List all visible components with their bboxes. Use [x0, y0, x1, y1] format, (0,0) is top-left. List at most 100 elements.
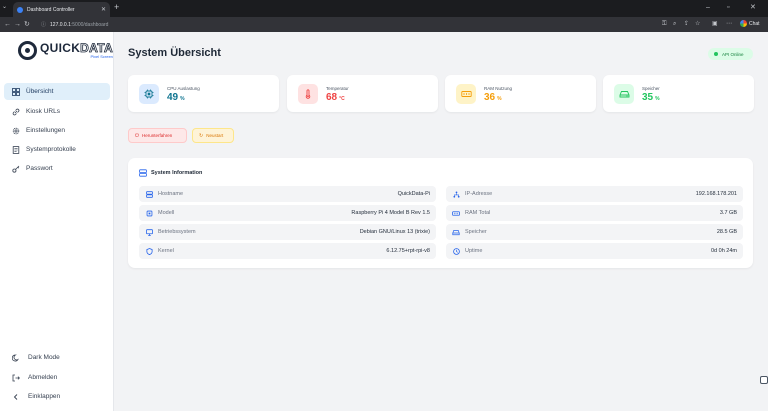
- key-icon[interactable]: ⚿: [662, 20, 667, 29]
- sidebar-item-password[interactable]: Passwort: [4, 160, 110, 177]
- system-info-title: System Information: [139, 169, 202, 177]
- monitor-icon: [145, 228, 153, 236]
- info-row-os: Betriebssystem Debian GNU/Linux 13 (trix…: [139, 224, 436, 240]
- address-bar[interactable]: ⓘ 127.0.0.1 :5000/dashboard: [35, 19, 635, 30]
- info-label: Betriebssystem: [158, 229, 196, 235]
- chevron-left-icon: [11, 392, 20, 401]
- info-label: RAM Total: [465, 210, 491, 216]
- extension-icon[interactable]: ▣: [712, 20, 718, 29]
- dark-mode-label: Dark Mode: [28, 354, 60, 361]
- maximize-icon[interactable]: ▫: [727, 2, 729, 13]
- restart-button[interactable]: ↻ Neustart: [192, 128, 234, 143]
- chip-icon: [145, 209, 153, 217]
- grid-icon: [11, 87, 20, 96]
- zoom-icon[interactable]: ⌕: [673, 20, 676, 29]
- info-value: 6.12.75+rpt-rpi-v8: [386, 248, 430, 254]
- logout-button[interactable]: Abmelden: [11, 373, 57, 382]
- info-value: 3.7 GB: [719, 210, 737, 216]
- dark-mode-toggle[interactable]: Dark Mode: [11, 353, 60, 362]
- stat-card-temperature: Temperatur 68 °C: [287, 75, 438, 112]
- chat-icon: [740, 20, 747, 27]
- menu-icon[interactable]: ⋯: [726, 20, 732, 29]
- close-tab-icon[interactable]: ✕: [101, 6, 106, 13]
- status-badge-label: API Online: [722, 51, 744, 57]
- share-icon[interactable]: ⇪: [684, 20, 689, 29]
- page-title: System Übersicht: [128, 47, 221, 59]
- forward-icon[interactable]: →: [14, 19, 21, 30]
- info-label: Speicher: [465, 229, 487, 235]
- stat-label: Speicher: [642, 86, 660, 91]
- tab-search-icon[interactable]: ⌄: [2, 3, 7, 10]
- sidebar-item-overview[interactable]: Übersicht: [4, 83, 110, 100]
- stat-label: RAM Nutzung: [484, 86, 513, 91]
- info-row-ip: IP-Adresse 192.168.178.201: [446, 186, 743, 202]
- cpu-icon: [139, 84, 159, 104]
- logo-subtitle: Pixel Screen: [90, 54, 113, 59]
- stat-card-cpu: CPU Auslastung 49%: [128, 75, 279, 112]
- sidebar-item-label: Systemprotokolle: [26, 146, 76, 153]
- url-path: :5000/dashboard: [70, 21, 109, 28]
- info-row-model: Modell Raspberry Pi 4 Model B Rev 1.5: [139, 205, 436, 221]
- back-icon[interactable]: ←: [4, 19, 11, 30]
- new-tab-icon[interactable]: +: [114, 2, 119, 13]
- online-dot-icon: [714, 52, 718, 56]
- browser-toolbar: ← → ↻ ⓘ 127.0.0.1 :5000/dashboard ⚿ ⌕ ⇪ …: [0, 17, 768, 32]
- url-host: 127.0.0.1: [50, 21, 71, 28]
- info-row-kernel: Kernel 6.12.75+rpt-rpi-v8: [139, 243, 436, 259]
- info-label: IP-Adresse: [465, 191, 493, 197]
- info-row-hostname: Hostname QuickData-Pi: [139, 186, 436, 202]
- info-label: Kernel: [158, 248, 174, 254]
- info-row-ram-total: RAM Total 3.7 GB: [446, 205, 743, 221]
- system-info-panel: System Information Hostname QuickData-Pi…: [128, 158, 753, 268]
- site-info-icon[interactable]: ⓘ: [41, 21, 46, 28]
- clock-icon: [452, 247, 460, 255]
- drive-icon: [614, 84, 634, 104]
- memory-icon: [456, 84, 476, 104]
- moon-icon: [11, 353, 20, 362]
- sidebar-item-label: Einstellungen: [26, 127, 66, 134]
- sidebar-item-system-logs[interactable]: Systemprotokolle: [4, 141, 110, 158]
- chat-label: Chat: [749, 20, 760, 27]
- stat-card-ram: RAM Nutzung 36%: [445, 75, 596, 112]
- server-icon: [145, 190, 153, 198]
- shutdown-button[interactable]: ⏻ Herunterfahren: [128, 128, 187, 143]
- shield-icon: [145, 247, 153, 255]
- collapse-button[interactable]: Einklappen: [11, 392, 60, 401]
- sidebar-item-label: Kiosk URLs: [26, 108, 60, 115]
- page: QUICKDATA Pixel Screen Übersicht Kiosk U…: [0, 32, 768, 411]
- sidebar-item-label: Übersicht: [26, 88, 54, 95]
- sidebar-item-label: Passwort: [26, 165, 53, 172]
- browser-tab[interactable]: Dashboard Controller ✕: [13, 2, 110, 17]
- memory-icon: [452, 209, 460, 217]
- stat-card-storage: Speicher 35%: [603, 75, 754, 112]
- stat-label: Temperatur: [326, 86, 349, 91]
- sidebar-item-kiosk-urls[interactable]: Kiosk URLs: [4, 103, 110, 120]
- sidebar-item-settings[interactable]: Einstellungen: [4, 122, 110, 139]
- key-icon: [11, 164, 20, 173]
- power-icon: ⏻: [135, 132, 139, 139]
- logout-icon: [11, 373, 20, 382]
- server-icon: [139, 169, 147, 177]
- reload-icon[interactable]: ↻: [24, 19, 30, 30]
- info-value: 0d 0h 24m: [711, 248, 737, 254]
- collapse-label: Einklappen: [28, 393, 61, 400]
- browser-tabstrip: ⌄ Dashboard Controller ✕ + – ▫ ✕: [0, 0, 768, 17]
- logo: QUICKDATA Pixel Screen: [18, 41, 113, 60]
- bookmark-icon[interactable]: ☆: [695, 20, 700, 29]
- minimize-icon[interactable]: –: [706, 2, 710, 13]
- info-value: 192.168.178.201: [695, 191, 737, 197]
- side-panel-toggle-icon[interactable]: [760, 376, 768, 384]
- info-value: 28.5 GB: [716, 229, 737, 235]
- chat-button[interactable]: Chat: [740, 20, 760, 27]
- gear-icon: [11, 126, 20, 135]
- link-icon: [11, 107, 20, 116]
- window-close-icon[interactable]: ✕: [750, 2, 756, 13]
- info-row-uptime: Uptime 0d 0h 24m: [446, 243, 743, 259]
- logo-mark-icon: [18, 41, 37, 60]
- favicon-icon: [17, 6, 23, 13]
- info-label: Modell: [158, 210, 175, 216]
- stat-value: 49%: [167, 92, 185, 103]
- stat-value: 68 °C: [326, 92, 345, 103]
- logout-label: Abmelden: [28, 374, 58, 381]
- logo-title: QUICKDATA: [40, 41, 113, 55]
